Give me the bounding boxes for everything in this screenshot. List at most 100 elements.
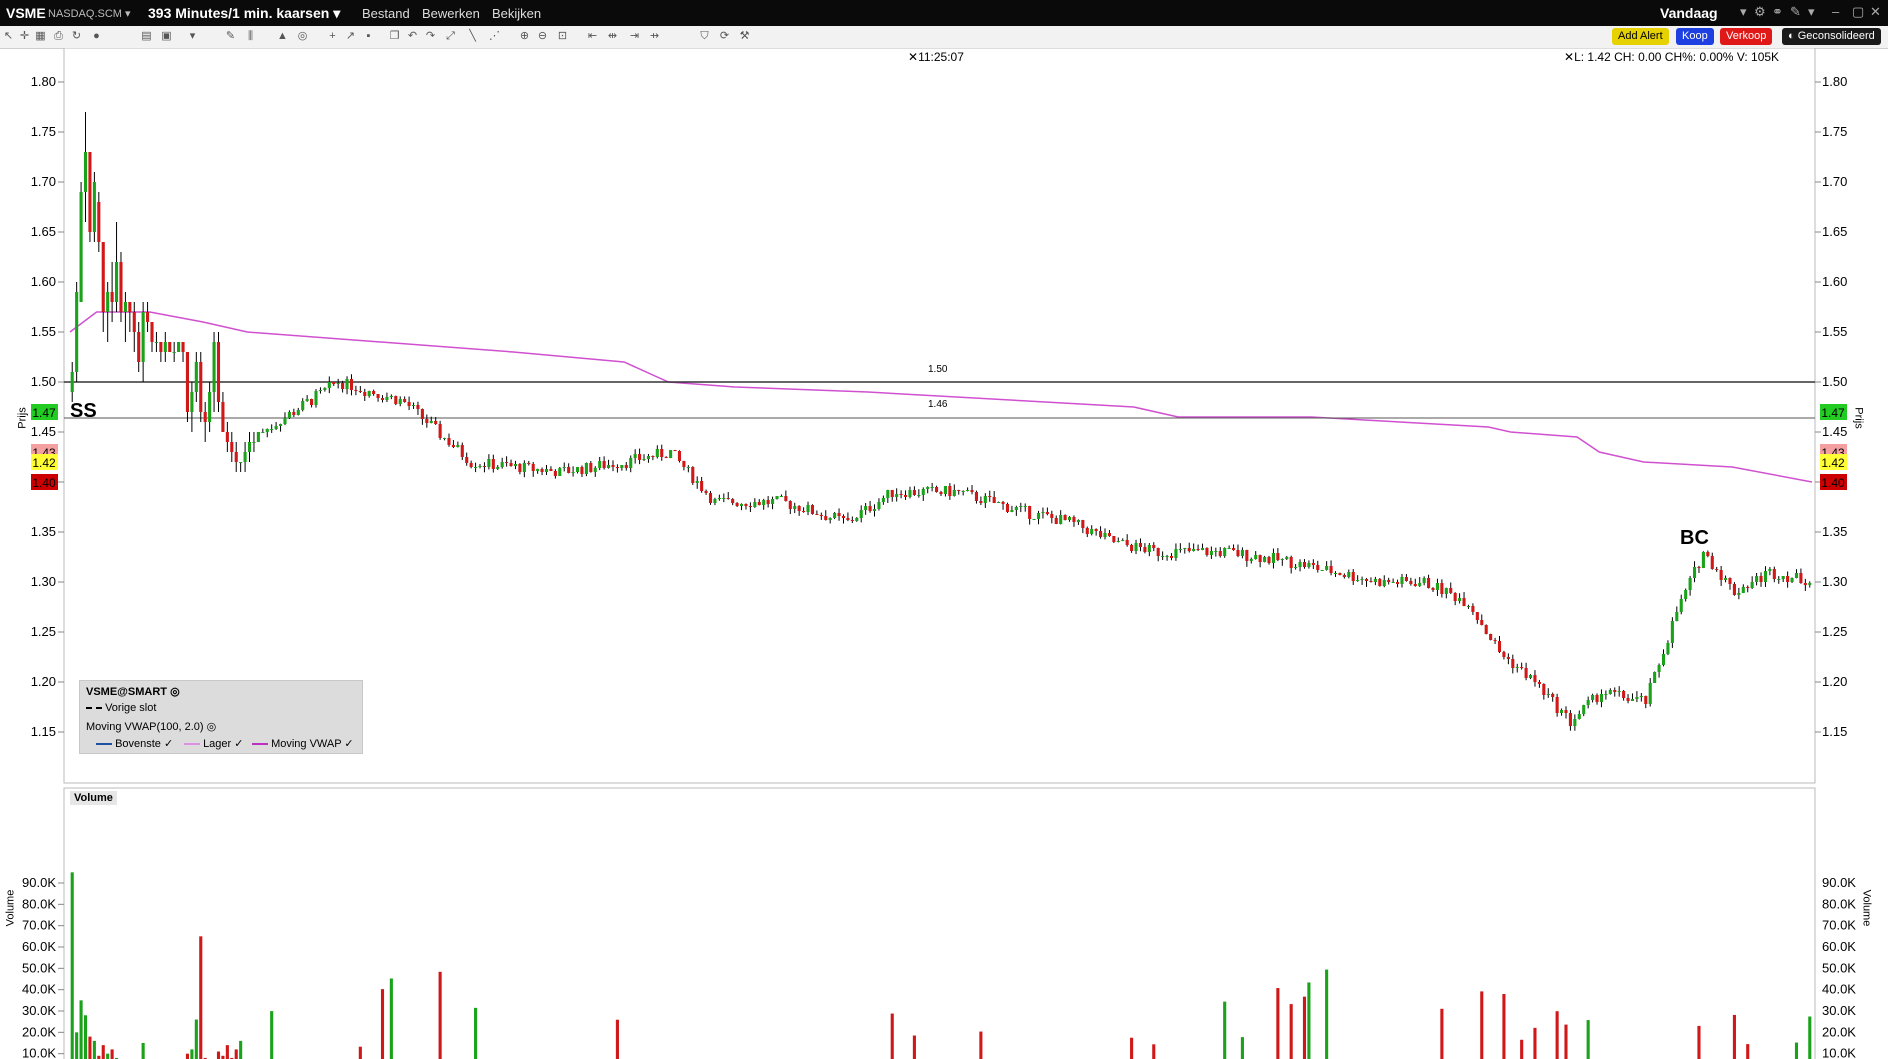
pointer-icon[interactable]: ↖ [2,30,15,43]
candle-body [748,506,752,507]
candle-body [478,466,482,467]
candle-body [1285,557,1289,559]
candle-body [757,502,761,505]
legend-item-lower[interactable]: Lager ✓ [184,737,243,750]
candle-body [425,419,429,423]
candle-body [137,332,141,362]
candle-body [997,502,1001,503]
candle-body [1103,533,1107,537]
mountain-icon[interactable]: ▲ [276,30,289,43]
scroll-icon[interactable]: ⇹ [606,30,619,43]
globe-icon[interactable]: ◎ [296,30,309,43]
candle-body [1152,545,1156,548]
volume-panel-frame [63,787,1816,1059]
line-icon[interactable]: ╲ [466,30,479,43]
candle-body [79,192,83,302]
zoom-fit-icon[interactable]: ⊡ [556,30,569,43]
crosshair-icon[interactable]: ✛ [18,30,31,43]
volume-bar [890,1013,894,1059]
zoom-in-icon[interactable]: ⊕ [518,30,531,43]
redo-icon[interactable]: ↷ [424,30,437,43]
candle-body [1577,714,1581,719]
sell-button[interactable]: Verkoop [1720,28,1773,45]
candle-body [1112,536,1116,542]
record-icon[interactable]: ● [90,30,103,43]
volume-tick-label: 90.0K [1822,875,1856,890]
candle-body [1719,570,1723,580]
price-tick-label: 1.50 [1822,374,1847,389]
candle-body [1493,640,1497,641]
minimize-icon[interactable]: – [1832,4,1839,19]
buy-button[interactable]: Koop [1676,28,1714,45]
candle-body [1076,520,1080,522]
undo-icon[interactable]: ↶ [406,30,419,43]
chevron-down-icon[interactable]: ▾ [1808,4,1815,20]
wrench-icon[interactable]: ⚒ [738,30,751,43]
period-selector[interactable]: 393 Minutes/1 min. kaarsen ▾ [148,5,340,22]
fit-icon[interactable]: ⤢ [444,30,457,43]
candle-body [70,372,74,392]
candle-body [265,429,269,432]
gear-icon[interactable]: ⚙ [1754,4,1766,20]
close-icon[interactable]: ✕ [1870,4,1881,20]
zoom-out-icon[interactable]: ⊖ [536,30,549,43]
candle-body [549,469,553,471]
save-icon[interactable]: ▪ [362,30,375,43]
candle-body [185,352,190,412]
dropdown-icon[interactable]: ▾ [186,30,199,43]
shield-icon[interactable]: ⛉ [698,30,711,43]
candle-body [961,491,965,492]
menu-bekijken[interactable]: Bekijken [492,6,541,21]
candle-body [1342,575,1346,577]
scroll-left-icon[interactable]: ⇤ [586,30,599,43]
link-icon[interactable]: ⚭ [1772,4,1783,20]
menu-bestand[interactable]: Bestand [362,6,410,21]
arrow-icon[interactable]: ↗ [344,30,357,43]
fib-icon[interactable]: ⋰ [488,30,501,43]
pencil-icon[interactable]: ✎ [224,30,237,43]
layout-icon[interactable]: ▤ [140,30,153,43]
candle-body [1617,691,1621,692]
price-tick-label: 1.80 [1822,74,1847,89]
chart-legend[interactable]: VSME@SMART ◎ Vorige slot Moving VWAP(100… [79,680,363,754]
annotation-ss[interactable]: SS [70,400,97,423]
print-icon[interactable]: ⎙ [52,30,65,43]
cross-icon[interactable]: + [326,30,339,43]
refresh-icon[interactable]: ↻ [70,30,83,43]
maximize-icon[interactable]: ▢ [1852,4,1864,20]
add-alert-button[interactable]: Add Alert [1612,28,1669,45]
annotation-bc[interactable]: BC [1680,527,1709,550]
legend-item-vwap[interactable]: Moving VWAP ✓ [252,737,354,750]
symbol-label[interactable]: VSME [6,5,46,21]
exchange-label[interactable]: NASDAQ.SCM ▾ [48,7,131,20]
candle-body [1302,562,1307,567]
candle-body [771,499,775,504]
copy-icon[interactable]: ❐ [388,30,401,43]
candle-body [602,461,606,468]
panel-icon[interactable]: ▣ [160,30,173,43]
candle-body [1635,697,1639,699]
price-tick-label: 1.15 [1822,724,1847,739]
candle-body [1794,573,1799,578]
scroll-right-icon[interactable]: ⇥ [628,30,641,43]
legend-item-upper[interactable]: Bovenste ✓ [96,737,173,750]
dropdown-icon[interactable]: ▾ [1740,4,1747,20]
pin-icon[interactable]: ✎ [1790,4,1801,20]
sync-icon[interactable]: ⟳ [718,30,731,43]
candle-body [1347,572,1351,577]
end-icon[interactable]: ⇸ [648,30,661,43]
price-chart[interactable]: 1.80 1.80 1.75 1.75 1.70 1.70 1.65 1.65 1.60 1.60… [0,48,1888,1059]
consolidated-button[interactable]: ◐ Geconsolideerd [1782,28,1881,45]
volume-tick-label: 90.0K [22,875,56,890]
range-selector[interactable]: Vandaag [1660,5,1718,21]
menu-bewerken[interactable]: Bewerken [422,6,480,21]
candle-body [349,379,354,390]
price-tag-right-label: 1.40 [1821,476,1845,490]
candle-body [1085,528,1089,534]
grid-icon[interactable]: ▦ [34,30,47,43]
legend-prev-close[interactable]: Vorige slot [86,702,156,714]
legend-indicator[interactable]: Moving VWAP(100, 2.0) ◎ [86,720,216,733]
candle-body [575,467,580,472]
bars-icon[interactable]: ⫼ [244,30,257,43]
candle-body [1582,705,1586,714]
